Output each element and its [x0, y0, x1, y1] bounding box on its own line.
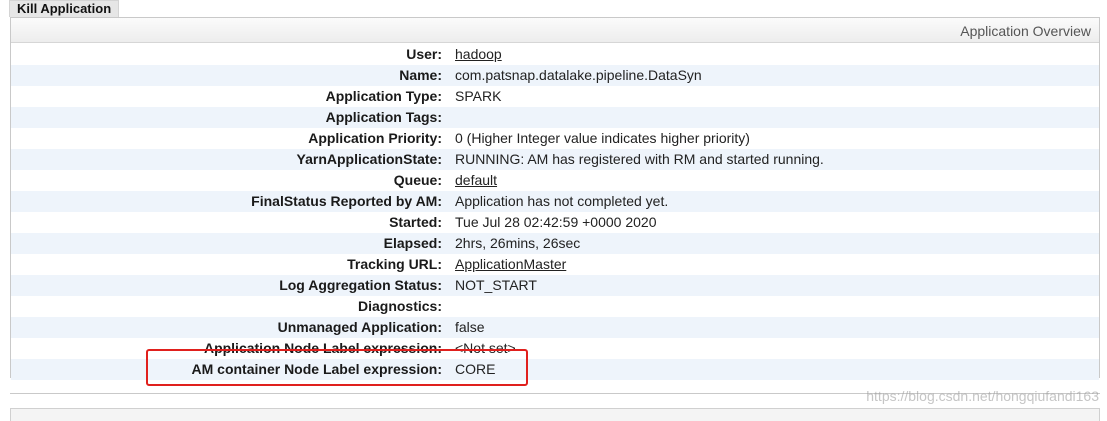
row-value: [442, 296, 455, 317]
table-row: Started: Tue Jul 28 02:42:59 +0000 2020: [11, 212, 1099, 233]
row-value: default: [442, 170, 497, 191]
row-label: Application Type:: [325, 88, 442, 104]
row-value: Application has not completed yet.: [455, 193, 669, 209]
row-label: Unmanaged Application:: [277, 319, 442, 335]
table-row: Unmanaged Application: false: [11, 317, 1099, 338]
table-row: Name: com.patsnap.datalake.pipeline.DataS…: [11, 65, 1099, 86]
row-label: Elapsed:: [383, 235, 442, 251]
row-value: com.patsnap.datalake.pipeline.DataSyn: [455, 67, 702, 83]
row-value: 0 (Higher Integer value indicates higher…: [455, 130, 750, 146]
row-value-link[interactable]: default: [455, 172, 497, 188]
row-value-link[interactable]: ApplicationMaster: [455, 256, 566, 272]
row-value-link[interactable]: hadoop: [455, 46, 502, 62]
row-value: hadoop: [442, 44, 502, 65]
table-row: Log Aggregation Status: NOT_START: [11, 275, 1099, 296]
table-row: Queue: default: [11, 170, 1099, 191]
table-row: Diagnostics:: [11, 296, 1099, 317]
watermark: https://blog.csdn.net/hongqiufandi163: [866, 388, 1099, 404]
row-value: [442, 107, 455, 128]
row-label: FinalStatus Reported by AM:: [251, 193, 442, 209]
next-panel: [10, 408, 1100, 421]
row-label: YarnApplicationState:: [296, 151, 442, 167]
row-value: Tue Jul 28 02:42:59 +0000 2020: [455, 214, 657, 230]
overview-table: User: hadoop Name: com.patsnap.datalake.pip…: [11, 44, 1099, 380]
row-label: Diagnostics:: [357, 298, 442, 314]
table-row: YarnApplicationState: RUNNING: AM has reg…: [11, 149, 1099, 170]
row-label: Tracking URL:: [347, 256, 442, 272]
row-value: 2hrs, 26mins, 26sec: [455, 235, 581, 251]
table-row: Application Tags:: [11, 107, 1099, 128]
row-value: NOT_START: [455, 277, 537, 293]
kill-application-button[interactable]: Kill Application: [9, 0, 120, 17]
row-value: SPARK: [455, 88, 502, 104]
row-label: Started:: [389, 214, 442, 230]
row-label: User:: [406, 46, 442, 62]
table-row: Elapsed: 2hrs, 26mins, 26sec: [11, 233, 1099, 254]
highlight-annotation: [146, 349, 528, 386]
table-row: User: hadoop: [11, 44, 1099, 65]
row-label: Queue:: [393, 172, 442, 188]
application-overview-panel: Application Overview User: hadoop Name: com…: [10, 17, 1100, 380]
row-label: Name:: [399, 67, 442, 83]
row-value: false: [455, 319, 485, 335]
row-label: Application Tags:: [325, 109, 442, 125]
row-label: Application Priority:: [308, 130, 442, 146]
table-row: FinalStatus Reported by AM: Application h…: [11, 191, 1099, 212]
table-row: Application Priority: 0 (Higher Integer v…: [11, 128, 1099, 149]
row-value: RUNNING: AM has registered with RM and s…: [455, 151, 824, 167]
panel-title: Application Overview: [11, 18, 1099, 43]
row-label: Log Aggregation Status:: [279, 277, 442, 293]
table-row: Tracking URL: ApplicationMaster: [11, 254, 1099, 275]
table-row: Application Type: SPARK: [11, 86, 1099, 107]
row-value: ApplicationMaster: [442, 254, 566, 275]
